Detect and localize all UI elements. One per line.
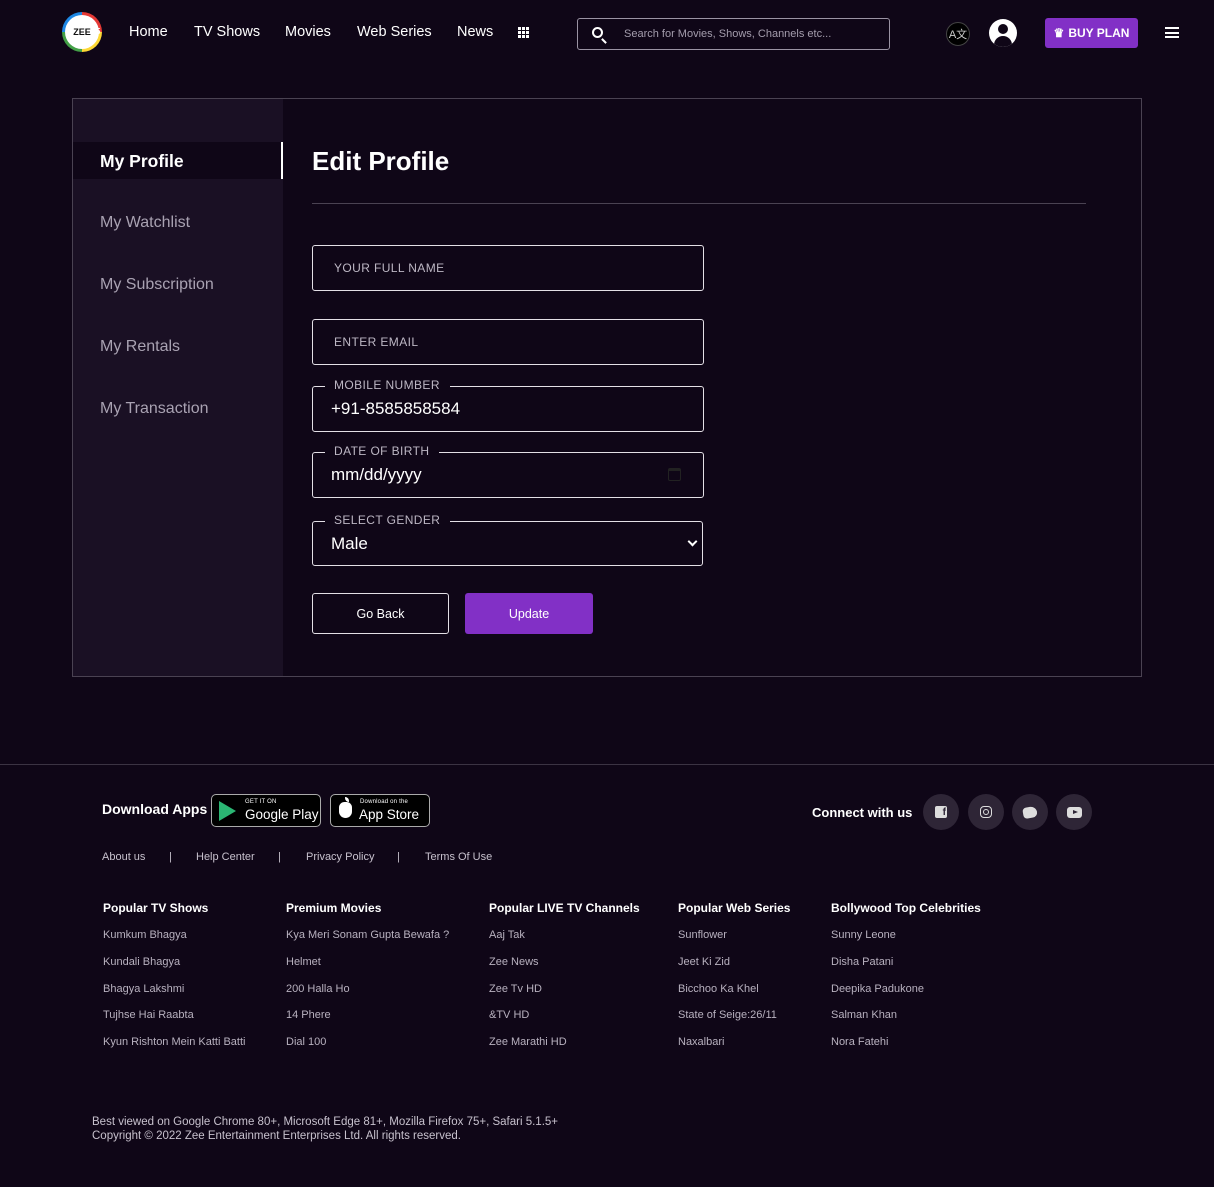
list-item[interactable]: Jeet Ki Zid bbox=[678, 956, 730, 968]
list-item[interactable]: Nora Fatehi bbox=[831, 1036, 888, 1048]
connect-label: Connect with us bbox=[812, 805, 913, 820]
list-item[interactable]: 200 Halla Ho bbox=[286, 983, 350, 995]
browser-support-text: Best viewed on Google Chrome 80+, Micros… bbox=[92, 1116, 558, 1128]
gender-select[interactable]: Male bbox=[313, 522, 702, 565]
sidebar-item-label: My Profile bbox=[100, 151, 184, 171]
list-item[interactable]: Bhagya Lakshmi bbox=[103, 983, 184, 995]
footer-link-help[interactable]: Help Center bbox=[196, 851, 255, 863]
google-play-icon bbox=[219, 801, 236, 821]
list-item[interactable]: Naxalbari bbox=[678, 1036, 724, 1048]
full-name-field bbox=[312, 245, 704, 291]
more-apps-grid-icon[interactable] bbox=[518, 27, 529, 38]
apple-icon bbox=[339, 797, 352, 818]
search-bar bbox=[577, 18, 890, 50]
column-title-web-series: Popular Web Series bbox=[678, 901, 791, 915]
list-item[interactable]: Aaj Tak bbox=[489, 929, 525, 941]
list-item[interactable]: Helmet bbox=[286, 956, 321, 968]
footer-separator: | bbox=[278, 851, 281, 863]
sidebar-item-my-subscription[interactable]: My Subscription bbox=[100, 276, 214, 294]
buy-plan-label: BUY PLAN bbox=[1068, 26, 1130, 40]
column-title-premium-movies: Premium Movies bbox=[286, 901, 382, 915]
column-title-celebrities: Bollywood Top Celebrities bbox=[831, 901, 981, 915]
footer-link-about[interactable]: About us bbox=[102, 851, 145, 863]
column-title-live-tv: Popular LIVE TV Channels bbox=[489, 901, 640, 915]
list-item[interactable]: Zee Tv HD bbox=[489, 983, 542, 995]
buy-plan-button[interactable]: ♛ BUY PLAN bbox=[1045, 18, 1138, 48]
calendar-icon[interactable] bbox=[668, 468, 681, 481]
list-item[interactable]: Salman Khan bbox=[831, 1009, 897, 1021]
list-item[interactable]: Kyun Rishton Mein Katti Batti bbox=[103, 1036, 245, 1048]
download-apps-label: Download Apps bbox=[102, 801, 208, 817]
nav-web-series[interactable]: Web Series bbox=[357, 24, 432, 40]
profile-card: My Profile My Watchlist My Subscription … bbox=[72, 98, 1142, 677]
hamburger-menu-icon[interactable] bbox=[1165, 27, 1179, 38]
nav-tv-shows[interactable]: TV Shows bbox=[194, 24, 260, 40]
nav-movies[interactable]: Movies bbox=[285, 24, 331, 40]
full-name-input[interactable] bbox=[313, 246, 703, 290]
footer-divider bbox=[0, 764, 1214, 765]
top-header: ZEE 5 Home TV Shows Movies Web Series Ne… bbox=[0, 0, 1214, 66]
list-item[interactable]: Sunflower bbox=[678, 929, 727, 941]
nav-news[interactable]: News bbox=[457, 24, 493, 40]
user-avatar-icon[interactable] bbox=[989, 19, 1017, 47]
list-item[interactable]: Kundali Bhagya bbox=[103, 956, 180, 968]
page-title: Edit Profile bbox=[312, 146, 450, 176]
language-icon[interactable]: A文 bbox=[946, 22, 970, 46]
instagram-icon bbox=[980, 806, 992, 818]
copyright-text: Copyright © 2022 Zee Entertainment Enter… bbox=[92, 1130, 461, 1142]
app-store-small-text: Download on the bbox=[360, 799, 409, 805]
footer-separator: | bbox=[397, 851, 400, 863]
list-item[interactable]: Kya Meri Sonam Gupta Bewafa ? bbox=[286, 929, 449, 941]
footer-separator: | bbox=[169, 851, 172, 863]
google-play-big-text: Google Play bbox=[245, 807, 319, 822]
list-item[interactable]: Sunny Leone bbox=[831, 929, 896, 941]
search-icon[interactable] bbox=[592, 27, 603, 38]
list-item[interactable]: Zee Marathi HD bbox=[489, 1036, 567, 1048]
youtube-icon bbox=[1066, 806, 1082, 818]
gender-field: SELECT GENDER Male bbox=[312, 513, 703, 566]
list-item[interactable]: Deepika Padukone bbox=[831, 983, 924, 995]
email-field bbox=[312, 319, 704, 365]
google-play-small-text: GET IT ON bbox=[245, 799, 277, 805]
list-item[interactable]: 14 Phere bbox=[286, 1009, 331, 1021]
logo-sup: 5 bbox=[96, 27, 101, 36]
footer-link-privacy[interactable]: Privacy Policy bbox=[306, 851, 374, 863]
dob-input[interactable] bbox=[313, 453, 703, 497]
update-button[interactable]: Update bbox=[465, 593, 593, 634]
sidebar-item-my-watchlist[interactable]: My Watchlist bbox=[100, 214, 190, 232]
dob-field: DATE OF BIRTH bbox=[312, 444, 704, 498]
list-item[interactable]: Bicchoo Ka Khel bbox=[678, 983, 759, 995]
mobile-field: MOBILE NUMBER bbox=[312, 378, 704, 432]
sidebar-item-my-transaction[interactable]: My Transaction bbox=[100, 400, 208, 418]
list-item[interactable]: &TV HD bbox=[489, 1009, 529, 1021]
nav-home[interactable]: Home bbox=[129, 24, 168, 40]
facebook-icon: f bbox=[935, 806, 947, 818]
footer-link-terms[interactable]: Terms Of Use bbox=[425, 851, 492, 863]
app-store-big-text: App Store bbox=[359, 807, 420, 822]
crown-icon: ♛ bbox=[1053, 26, 1065, 40]
search-input[interactable] bbox=[624, 19, 884, 49]
app-store-badge[interactable]: Download on the App Store bbox=[330, 794, 430, 827]
logo-text: ZEE bbox=[65, 15, 99, 49]
go-back-button[interactable]: Go Back bbox=[312, 593, 449, 634]
list-item[interactable]: State of Seige:26/11 bbox=[678, 1009, 777, 1021]
twitter-button[interactable] bbox=[1012, 794, 1048, 830]
instagram-button[interactable] bbox=[968, 794, 1004, 830]
email-input[interactable] bbox=[313, 320, 703, 364]
list-item[interactable]: Disha Patani bbox=[831, 956, 893, 968]
list-item[interactable]: Dial 100 bbox=[286, 1036, 326, 1048]
google-play-badge[interactable]: GET IT ON Google Play bbox=[211, 794, 321, 827]
column-title-tv-shows: Popular TV Shows bbox=[103, 901, 209, 915]
sidebar-item-my-profile[interactable]: My Profile bbox=[73, 142, 283, 179]
title-divider bbox=[312, 203, 1086, 204]
profile-sidebar: My Profile My Watchlist My Subscription … bbox=[73, 99, 283, 676]
list-item[interactable]: Tujhse Hai Raabta bbox=[103, 1009, 194, 1021]
youtube-button[interactable] bbox=[1056, 794, 1092, 830]
sidebar-item-my-rentals[interactable]: My Rentals bbox=[100, 338, 180, 356]
facebook-button[interactable]: f bbox=[923, 794, 959, 830]
list-item[interactable]: Kumkum Bhagya bbox=[103, 929, 187, 941]
mobile-input[interactable] bbox=[313, 387, 703, 431]
twitter-icon bbox=[1022, 805, 1038, 819]
list-item[interactable]: Zee News bbox=[489, 956, 539, 968]
